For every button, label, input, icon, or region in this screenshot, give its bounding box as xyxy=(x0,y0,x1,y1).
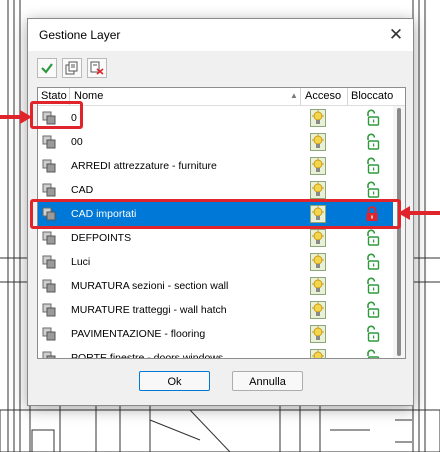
layer-row[interactable]: 00 xyxy=(38,130,393,154)
layer-state-icon[interactable] xyxy=(42,279,56,293)
scrollbar-thumb[interactable] xyxy=(397,108,401,356)
delete-layer-button[interactable] xyxy=(87,58,107,78)
layer-name: Luci xyxy=(71,256,91,268)
lock-open-icon[interactable] xyxy=(364,253,380,271)
layer-name: PORTE finestre - doors windows xyxy=(71,352,224,359)
annotation-highlight-layer-0 xyxy=(30,101,83,129)
layer-row[interactable]: MURATURA sezioni - section wall xyxy=(38,274,393,298)
layer-on-bulb-icon[interactable] xyxy=(310,157,326,175)
layer-name: 00 xyxy=(71,136,83,148)
layer-state-icon[interactable] xyxy=(42,327,56,341)
column-separator[interactable] xyxy=(347,88,348,105)
lock-open-icon[interactable] xyxy=(364,109,380,127)
cancel-button[interactable]: Annulla xyxy=(232,371,303,391)
layer-name: CAD xyxy=(71,184,94,196)
annotation-highlight-selected-row xyxy=(30,199,401,229)
layer-row[interactable]: Luci xyxy=(38,250,393,274)
lock-open-icon[interactable] xyxy=(364,181,380,199)
layer-row[interactable]: DEFPOINTS xyxy=(38,226,393,250)
layer-on-bulb-icon[interactable] xyxy=(310,181,326,199)
ok-button[interactable]: Ok xyxy=(139,371,210,391)
annotation-arrow-left-icon xyxy=(398,206,440,220)
lock-open-icon[interactable] xyxy=(364,229,380,247)
close-button[interactable]: ✕ xyxy=(383,23,409,47)
layer-state-icon[interactable] xyxy=(42,231,56,245)
layer-rows: 0 00 ARREDI attrezzature - furniture CAD CAD… xyxy=(38,106,393,359)
column-header-locked[interactable]: Bloccato xyxy=(351,90,393,102)
layer-name: MURATURE tratteggi - wall hatch xyxy=(71,304,227,316)
layer-state-icon[interactable] xyxy=(42,351,56,358)
layer-on-bulb-icon[interactable] xyxy=(310,253,326,271)
list-header: Stato Nome ▲ Acceso Bloccato xyxy=(38,88,405,106)
confirm-button[interactable] xyxy=(37,58,57,78)
lock-open-icon[interactable] xyxy=(364,133,380,151)
layer-row[interactable]: MURATURE tratteggi - wall hatch xyxy=(38,298,393,322)
lock-open-icon[interactable] xyxy=(364,157,380,175)
layer-row[interactable]: PORTE finestre - doors windows xyxy=(38,346,393,359)
layer-on-bulb-icon[interactable] xyxy=(310,277,326,295)
toolbar xyxy=(28,51,413,85)
new-layer-button[interactable] xyxy=(62,58,82,78)
column-separator[interactable] xyxy=(300,88,301,105)
dialog-title: Gestione Layer xyxy=(39,28,121,42)
layer-name: ARREDI attrezzature - furniture xyxy=(71,160,217,172)
layer-name: DEFPOINTS xyxy=(71,232,132,244)
layer-on-bulb-icon[interactable] xyxy=(310,325,326,343)
layer-on-bulb-icon[interactable] xyxy=(310,109,326,127)
lock-open-icon[interactable] xyxy=(364,325,380,343)
layer-on-bulb-icon[interactable] xyxy=(310,229,326,247)
layer-name: PAVIMENTAZIONE - flooring xyxy=(71,328,206,340)
sort-ascending-icon: ▲ xyxy=(290,91,298,100)
layer-state-icon[interactable] xyxy=(42,303,56,317)
layer-name: MURATURA sezioni - section wall xyxy=(71,280,229,292)
layer-row[interactable]: PAVIMENTAZIONE - flooring xyxy=(38,322,393,346)
annotation-arrow-right-icon xyxy=(0,110,32,124)
layer-on-bulb-icon[interactable] xyxy=(310,133,326,151)
layer-state-icon[interactable] xyxy=(42,159,56,173)
lock-open-icon[interactable] xyxy=(364,301,380,319)
layer-state-icon[interactable] xyxy=(42,135,56,149)
new-layer-icon xyxy=(65,61,78,75)
column-header-on[interactable]: Acceso xyxy=(305,90,341,102)
vertical-scrollbar[interactable] xyxy=(393,106,405,358)
checkmark-icon xyxy=(41,63,53,74)
layer-row[interactable]: ARREDI attrezzature - furniture xyxy=(38,154,393,178)
lock-open-icon[interactable] xyxy=(364,349,380,358)
lock-open-icon[interactable] xyxy=(364,277,380,295)
title-bar: Gestione Layer ✕ xyxy=(28,19,413,51)
layer-on-bulb-icon[interactable] xyxy=(310,301,326,319)
layer-state-icon[interactable] xyxy=(42,255,56,269)
layer-row[interactable]: 0 xyxy=(38,106,393,130)
delete-layer-icon xyxy=(90,61,104,75)
layer-state-icon[interactable] xyxy=(42,183,56,197)
layer-on-bulb-icon[interactable] xyxy=(310,349,326,358)
